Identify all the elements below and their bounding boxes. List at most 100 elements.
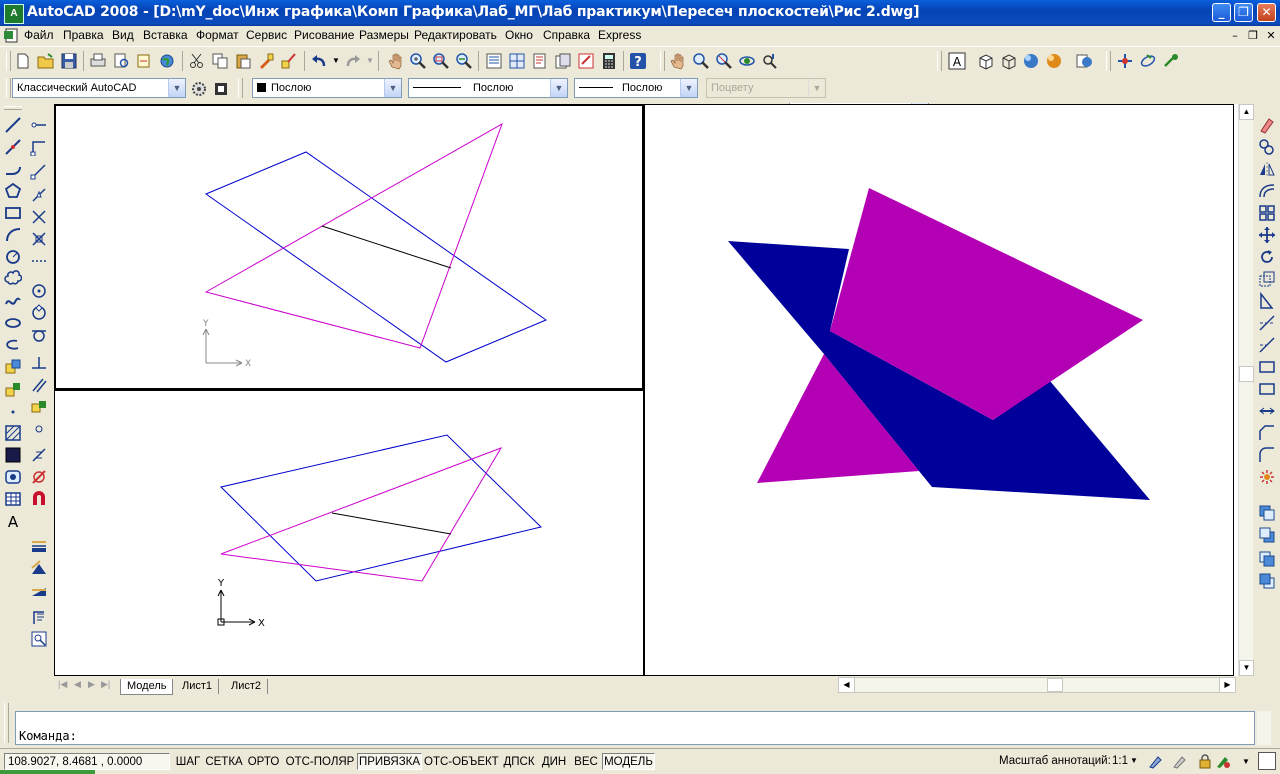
restore-button[interactable]: ❐ [1234,3,1253,22]
zoom-previous-icon[interactable] [455,52,473,70]
menu-view[interactable]: Вид [112,28,134,42]
menu-modify[interactable]: Редактировать [414,28,497,42]
point-icon[interactable] [4,402,22,420]
box-icon[interactable] [977,52,995,70]
menu-dimension[interactable]: Размеры [359,28,409,42]
make-block-icon[interactable] [4,380,22,398]
snap-midpoint-icon[interactable] [30,186,48,204]
grid-toggle[interactable]: СЕТКА [204,753,244,770]
snap-parallel-icon[interactable] [30,376,48,394]
revision-cloud-icon[interactable] [4,270,22,288]
named-views-icon[interactable] [761,52,779,70]
render-sphere-icon[interactable] [1045,52,1063,70]
snap-from-icon[interactable] [30,138,48,156]
clean-screen-icon[interactable] [1258,752,1276,770]
globe-icon[interactable] [158,52,176,70]
properties-icon[interactable] [485,52,503,70]
copy-object-icon[interactable] [1258,138,1276,156]
snap-quadrant-icon[interactable] [30,304,48,322]
layer-manager-icon[interactable] [1075,52,1093,70]
zoom-icon[interactable] [692,52,710,70]
paste-icon[interactable] [234,52,252,70]
temp-track-icon[interactable] [30,116,48,134]
menu-express[interactable]: Express [598,28,641,42]
pan-icon[interactable] [668,52,686,70]
explode-icon[interactable] [1258,468,1276,486]
tab-model[interactable]: Модель [120,679,174,695]
sheet-set-icon[interactable] [554,52,572,70]
rotate-3d-icon[interactable] [1139,52,1157,70]
tab-first-icon[interactable]: |◀ [58,679,67,690]
preview-icon[interactable] [112,52,130,70]
array-icon[interactable] [1258,204,1276,222]
design-center-icon[interactable] [508,52,526,70]
scroll-down-icon[interactable]: ▼ [1239,660,1254,676]
print-icon[interactable] [89,52,107,70]
status-menu-icon[interactable]: ▼ [1242,757,1250,766]
zoom-realtime-icon[interactable] [409,52,427,70]
menu-tools[interactable]: Сервис [246,28,287,42]
lineweight-toggle[interactable]: ВЕС [571,753,601,770]
snap-tangent-icon[interactable] [30,326,48,344]
break-icon[interactable] [1258,380,1276,398]
chevron-down-icon[interactable]: ▼ [680,79,697,97]
break-at-point-icon[interactable] [1258,358,1276,376]
osnap-toggle[interactable]: ПРИВЯЗКА [357,753,422,770]
menu-insert[interactable]: Вставка [143,28,188,42]
snap-center-icon[interactable] [30,282,48,300]
snap-intersection-icon[interactable] [30,208,48,226]
snap-node-icon[interactable] [30,420,48,438]
color-combo[interactable]: Послою ▼ [252,78,402,98]
dimension-style-icon[interactable] [30,580,48,598]
rectangle-icon[interactable] [4,204,22,222]
command-grip[interactable] [4,703,9,743]
snap-insert-icon[interactable] [30,398,48,416]
snap-nearest-icon[interactable] [30,446,48,464]
osnap-settings-icon[interactable] [30,490,48,508]
block-editor-icon[interactable] [280,52,298,70]
scroll-right-icon[interactable]: ▶ [1219,678,1235,692]
draw-order-back-icon[interactable] [1258,526,1276,544]
viewport-top[interactable]: Y X [54,390,644,676]
tab-next-icon[interactable]: ▶ [88,679,95,690]
new-icon[interactable] [14,52,32,70]
draw-order-above-icon[interactable] [1258,550,1276,568]
offset-icon[interactable] [1258,182,1276,200]
calculator-icon[interactable] [600,52,618,70]
document-icon[interactable] [4,28,20,43]
hatch-icon[interactable] [4,424,22,442]
minimize-button[interactable]: _ [1212,3,1231,22]
mirror-icon[interactable] [1258,160,1276,178]
doc-close-button[interactable]: ✕ [1264,29,1278,42]
join-icon[interactable] [1258,402,1276,420]
close-button[interactable]: ✕ [1257,3,1276,22]
command-scrollbar[interactable] [1257,711,1271,745]
chevron-down-icon[interactable]: ▼ [168,79,185,97]
drawing-area[interactable]: Y X Y X [54,104,1238,676]
help-icon[interactable]: ? [629,52,647,70]
chevron-down-icon[interactable]: ▼ [1130,756,1138,765]
rotate-icon[interactable] [1258,248,1276,266]
fillet-icon[interactable] [1258,446,1276,464]
orbit-icon[interactable] [738,52,756,70]
multiline-text-icon[interactable]: A [4,512,22,530]
erase-icon[interactable] [1258,116,1276,134]
cut-icon[interactable] [188,52,206,70]
annotation-scale-value[interactable]: 1:1 [1112,755,1128,767]
wireframe-box-icon[interactable] [1000,52,1018,70]
open-icon[interactable] [37,52,55,70]
menu-window[interactable]: Окно [505,28,533,42]
ortho-toggle[interactable]: ОРТО [245,753,282,770]
save-icon[interactable] [60,52,78,70]
chevron-down-icon[interactable]: ▼ [384,79,401,97]
menu-edit[interactable]: Правка [63,28,104,42]
annotation-visibility-icon[interactable] [1148,753,1164,769]
dyn-toggle[interactable]: ДИН [539,753,569,770]
gradient-icon[interactable] [4,446,22,464]
multileader-icon[interactable] [30,608,48,626]
otrack-toggle[interactable]: ОТС-ОБЪЕКТ [423,753,499,770]
zoom-window-icon[interactable] [432,52,450,70]
workspace-save-icon[interactable] [212,80,230,98]
draw-order-front-icon[interactable] [1258,504,1276,522]
draw-order-under-icon[interactable] [1258,572,1276,590]
